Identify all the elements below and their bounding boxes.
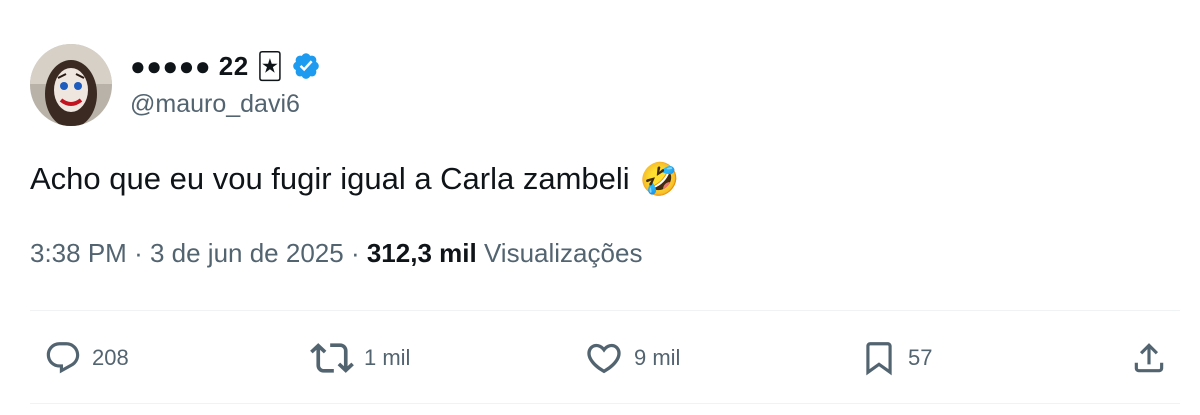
- verified-badge-icon: [293, 53, 320, 79]
- views-count: 312,3 mil: [366, 238, 477, 268]
- meta-separator: ·: [134, 238, 143, 268]
- tweet-card: ●●●●● 22 🃏 @mauro_davi6 Acho que eu vou …: [0, 0, 1200, 415]
- divider: [30, 310, 1180, 311]
- like-count: 9 mil: [634, 345, 681, 370]
- meta-separator: ·: [350, 238, 360, 268]
- author-name-row: ●●●●● 22 🃏: [130, 48, 321, 84]
- avatar[interactable]: [30, 44, 112, 126]
- views-label: Visualizações: [483, 238, 643, 268]
- author-display-name[interactable]: ●●●●● 22: [130, 51, 249, 82]
- reply-button[interactable]: 208: [44, 330, 129, 386]
- tweet-time[interactable]: 3:38 PM: [30, 238, 127, 269]
- tweet-meta: 3:38 PM · 3 de jun de 2025 · 312,3 mil V…: [30, 238, 642, 269]
- author-handle[interactable]: @mauro_davi6: [130, 90, 300, 119]
- repost-icon: [310, 343, 354, 373]
- bookmark-button[interactable]: 57: [860, 330, 932, 386]
- action-bar: 208 1 mil 9 mil 57: [0, 330, 1200, 386]
- repost-button[interactable]: 1 mil: [310, 330, 410, 386]
- like-button[interactable]: 9 mil: [584, 330, 680, 386]
- tweet-text: Acho que eu vou fugir igual a Carla zamb…: [30, 161, 630, 196]
- like-icon: [587, 343, 621, 374]
- bookmark-count: 57: [908, 345, 933, 370]
- repost-count: 1 mil: [364, 345, 411, 370]
- tweet-date[interactable]: 3 de jun de 2025: [150, 238, 344, 269]
- rofl-emoji-icon: 🤣: [639, 161, 680, 197]
- reply-icon: [46, 342, 80, 374]
- avatar-image: [30, 44, 112, 126]
- reply-count: 208: [92, 345, 129, 370]
- bookmark-icon: [866, 342, 892, 376]
- tweet-text-row: Acho que eu vou fugir igual a Carla zamb…: [30, 160, 680, 198]
- jester-emoji-icon: 🃏: [256, 50, 284, 81]
- share-button[interactable]: [1130, 330, 1168, 386]
- share-icon: [1134, 343, 1164, 373]
- divider: [30, 403, 1180, 404]
